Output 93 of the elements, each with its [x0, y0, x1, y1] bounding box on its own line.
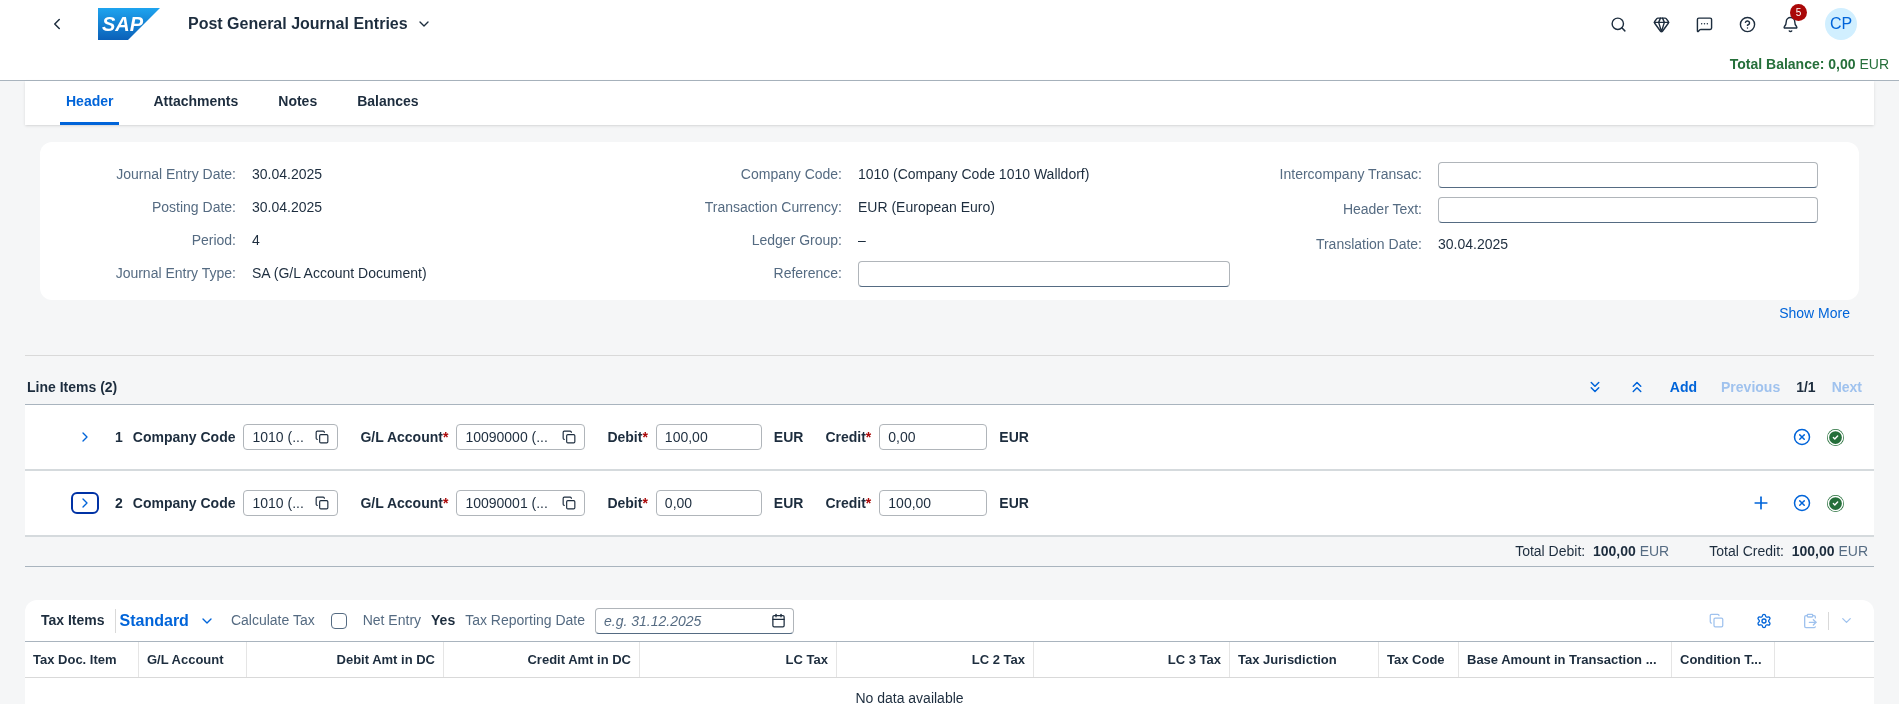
tab[interactable]: Attachments	[147, 81, 245, 125]
field-label: Header Text:	[1341, 200, 1422, 219]
input-field[interactable]: 100,00	[879, 490, 988, 516]
column-header[interactable]: LC 2 Tax	[837, 642, 1034, 677]
field-label: Reference:	[772, 264, 842, 283]
value-help-icon[interactable]	[562, 496, 577, 510]
column-header[interactable]: Debit Amt in DC	[247, 642, 444, 677]
total-balance: Total Balance: 0,00 EUR	[1729, 55, 1889, 74]
currency-label: EUR	[999, 493, 1029, 513]
column-header[interactable]: Tax Doc. Item	[25, 642, 139, 677]
input-field[interactable]: 0,00	[655, 490, 762, 516]
empty-message: No data available	[855, 688, 964, 704]
delete-icon[interactable]	[1793, 428, 1811, 446]
field-label: G/L Account*	[360, 427, 449, 447]
column-header[interactable]: Credit Amt in DC	[444, 642, 640, 677]
diamond-icon[interactable]	[1653, 15, 1670, 33]
tab[interactable]: Notes	[272, 81, 324, 125]
app-title[interactable]: Post General Journal Entries	[188, 12, 408, 36]
field-label: Debit*	[607, 493, 648, 513]
field-label: Tax Reporting Date	[465, 611, 586, 630]
currency-label: EUR	[999, 427, 1029, 447]
sap-logo: SAP	[98, 8, 160, 40]
value-help-icon[interactable]	[315, 430, 330, 444]
tab[interactable]: Header	[60, 81, 120, 125]
field-label: Net Entry	[362, 611, 422, 630]
field-value: Yes	[431, 611, 456, 630]
date-field[interactable]: e.g. 31.12.2025	[595, 607, 795, 634]
field-value: 4	[252, 231, 261, 250]
search-icon[interactable]	[1610, 15, 1627, 33]
total-amount: Total Credit: 100,00 EUR	[1709, 542, 1868, 561]
field-label: Journal Entry Date:	[115, 165, 236, 184]
expand-button[interactable]	[71, 492, 99, 514]
field-label: Credit*	[825, 493, 872, 513]
section-title: Line Items (2)	[27, 377, 118, 397]
field-label: Company Code	[132, 427, 236, 447]
section-title: Tax Items	[41, 611, 105, 630]
field-label: Company Code	[132, 493, 236, 513]
field-label: Period:	[190, 231, 236, 250]
field-label: Journal Entry Type:	[114, 264, 236, 283]
input-field[interactable]: 10090001 (...	[456, 490, 586, 516]
calendar-icon[interactable]	[771, 612, 787, 628]
column-header[interactable]: Tax Code	[1379, 642, 1459, 677]
input-field[interactable]: 1010 (...	[243, 424, 339, 450]
column-header[interactable]: LC 3 Tax	[1034, 642, 1230, 677]
field-label: Translation Date:	[1314, 235, 1422, 254]
notification-badge: 5	[1790, 3, 1807, 21]
page-indicator: 1/1	[1796, 377, 1816, 397]
tab[interactable]: Balances	[351, 81, 425, 125]
input-field[interactable]: 0,00	[879, 424, 988, 450]
field-value: –	[858, 231, 867, 250]
field-value: 30.04.2025	[1438, 235, 1510, 254]
field-value: EUR (European Euro)	[858, 198, 996, 217]
input-field[interactable]	[1438, 162, 1818, 188]
input-field[interactable]	[858, 261, 1230, 287]
field-value: 30.04.2025	[252, 165, 324, 184]
field-label: Company Code:	[739, 165, 842, 184]
field-value: SA (G/L Account Document)	[252, 264, 428, 283]
value-help-icon[interactable]	[562, 430, 577, 444]
column-header[interactable]: G/L Account	[139, 642, 247, 677]
field-label: Debit*	[607, 427, 648, 447]
checkbox[interactable]	[330, 612, 347, 629]
line-number: 2	[115, 493, 123, 513]
column-header[interactable]: Base Amount in Transaction ...	[1459, 642, 1672, 677]
field-label: Posting Date:	[150, 198, 236, 217]
avatar[interactable]: CP	[1825, 8, 1857, 40]
line-number: 1	[115, 427, 123, 447]
column-header[interactable]: LC Tax	[640, 642, 837, 677]
currency-label: EUR	[773, 493, 804, 513]
field-label: Ledger Group:	[750, 231, 842, 250]
field-label: Credit*	[825, 427, 872, 447]
input-field[interactable]: 10090000 (...	[456, 424, 586, 450]
field-value: 30.04.2025	[252, 198, 324, 217]
help-icon[interactable]	[1739, 15, 1756, 33]
input-field[interactable]	[1438, 197, 1818, 223]
chat-icon[interactable]	[1696, 15, 1713, 33]
total-amount: Total Debit: 100,00 EUR	[1515, 542, 1670, 561]
show-more-link[interactable]: Show More	[1779, 303, 1850, 323]
field-label: Calculate Tax	[230, 611, 315, 630]
variant-selector[interactable]: Standard	[114, 608, 215, 633]
settings-icon[interactable]	[1756, 612, 1772, 629]
field-label: Intercompany Transac:	[1278, 165, 1422, 184]
field-label: Transaction Currency:	[703, 198, 842, 217]
column-header[interactable]: Condition T...	[1672, 642, 1775, 677]
field-label: G/L Account*	[360, 493, 449, 513]
delete-icon[interactable]	[1793, 494, 1811, 512]
column-header[interactable]: Tax Jurisdiction	[1230, 642, 1379, 677]
notifications-icon[interactable]	[1782, 15, 1799, 33]
add-button[interactable]: Add	[1669, 376, 1698, 398]
input-field[interactable]: 1010 (...	[243, 490, 339, 516]
field-value: 1010 (Company Code 1010 Walldorf)	[858, 165, 1091, 184]
input-field[interactable]: 100,00	[655, 424, 762, 450]
value-help-icon[interactable]	[315, 496, 330, 510]
currency-label: EUR	[773, 427, 804, 447]
